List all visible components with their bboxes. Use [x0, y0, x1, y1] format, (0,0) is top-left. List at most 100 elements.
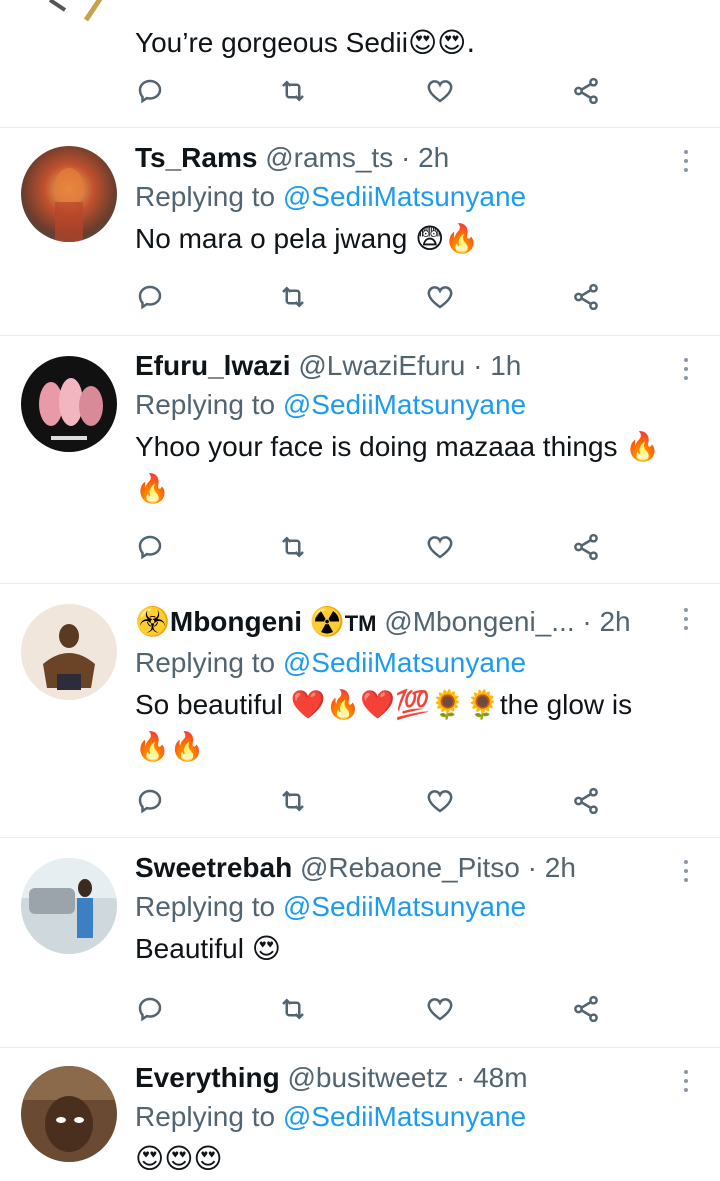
- tweet-header: Efuru_lwazi @LwaziEfuru · 1h: [135, 348, 690, 384]
- tweet-text-content: Yhoo your face is doing mazaaa things: [135, 431, 618, 462]
- tweet[interactable]: Ts_Rams @rams_ts · 2h Replying to @Sedii…: [0, 128, 720, 336]
- more-icon[interactable]: [682, 1070, 690, 1100]
- user-handle[interactable]: @LwaziEfuru: [298, 350, 465, 381]
- like-icon[interactable]: [425, 76, 459, 110]
- mention-link[interactable]: @SediiMatsunyane: [283, 647, 526, 678]
- tweet-text: So beautiful ❤️🔥❤️💯🌻🌻the glow is 🔥🔥: [135, 684, 690, 768]
- avatar[interactable]: [21, 858, 117, 954]
- tweet-text: You’re gorgeous Sedii😍😍.: [135, 22, 690, 64]
- like-icon[interactable]: [425, 282, 459, 316]
- reply-icon[interactable]: [135, 532, 169, 566]
- avatar[interactable]: [21, 1066, 117, 1162]
- name-emoji: ☣️: [135, 605, 170, 638]
- tweet-header: Everything @busitweetz · 48m: [135, 1060, 690, 1096]
- tweet-emoji: 😍😍😍: [135, 1142, 223, 1175]
- replying-to-label: Replying to: [135, 389, 276, 420]
- tweet[interactable]: Everything @busitweetz · 48m Replying to…: [0, 1048, 720, 1181]
- user-handle[interactable]: @Mbongeni_...: [384, 606, 574, 637]
- replying-to-label: Replying to: [135, 1101, 276, 1132]
- retweet-icon[interactable]: [278, 786, 312, 820]
- tweet-text-content: No mara o pela jwang: [135, 223, 408, 254]
- avatar[interactable]: [20, 0, 116, 30]
- tweet-emoji: 😍😍.: [407, 26, 476, 59]
- display-name[interactable]: Everything: [135, 1062, 280, 1093]
- name-suffix: TM: [344, 611, 377, 636]
- retweet-icon[interactable]: [278, 532, 312, 566]
- retweet-icon[interactable]: [278, 76, 312, 110]
- tweet-header: Ts_Rams @rams_ts · 2h: [135, 140, 690, 176]
- like-icon[interactable]: [425, 532, 459, 566]
- tweet-text-content: So beautiful: [135, 689, 283, 720]
- avatar[interactable]: [21, 146, 117, 242]
- mention-link[interactable]: @SediiMatsunyane: [283, 891, 526, 922]
- replying-to: Replying to @SediiMatsunyane: [135, 886, 690, 928]
- display-name[interactable]: Sweetrebah: [135, 852, 292, 883]
- timestamp[interactable]: 2h: [545, 852, 576, 883]
- tweet-text-content: You’re gorgeous Sedii: [135, 27, 408, 58]
- timestamp[interactable]: 48m: [473, 1062, 527, 1093]
- replying-to: Replying to @SediiMatsunyane: [135, 176, 690, 218]
- user-handle[interactable]: @rams_ts: [265, 142, 393, 173]
- tweet-text: Yhoo your face is doing mazaaa things 🔥 …: [135, 426, 690, 510]
- tweet[interactable]: ☣️Mbongeni ☢️TM @Mbongeni_... · 2h Reply…: [0, 584, 720, 838]
- share-icon[interactable]: [571, 786, 605, 820]
- mention-link[interactable]: @SediiMatsunyane: [283, 1101, 526, 1132]
- name-emoji: ☢️: [309, 605, 345, 638]
- retweet-icon[interactable]: [278, 994, 312, 1028]
- separator-dot: ·: [455, 1062, 466, 1093]
- tweet-header: Sweetrebah @Rebaone_Pitso · 2h: [135, 850, 690, 886]
- avatar[interactable]: [21, 604, 117, 700]
- tweet-emoji: 🔥: [135, 472, 170, 505]
- more-icon[interactable]: [682, 358, 690, 388]
- mention-link[interactable]: @SediiMatsunyane: [283, 181, 526, 212]
- tweet-text: 😍😍😍: [135, 1138, 690, 1180]
- retweet-icon[interactable]: [278, 282, 312, 316]
- replying-to: Replying to @SediiMatsunyane: [135, 384, 690, 426]
- tweet-emoji: 😨🔥: [415, 222, 480, 255]
- replying-to: Replying to @SediiMatsunyane: [135, 642, 690, 684]
- user-handle[interactable]: @Rebaone_Pitso: [300, 852, 520, 883]
- tweet-text: No mara o pela jwang 😨🔥: [135, 218, 690, 260]
- mention-link[interactable]: @SediiMatsunyane: [283, 389, 526, 420]
- timestamp[interactable]: 2h: [599, 606, 630, 637]
- separator-dot: ·: [527, 852, 537, 883]
- tweet-header: ☣️Mbongeni ☢️TM @Mbongeni_... · 2h: [135, 604, 690, 642]
- share-icon[interactable]: [571, 994, 605, 1028]
- timestamp[interactable]: 1h: [490, 350, 521, 381]
- tweet-text: Beautiful 😍: [135, 928, 690, 970]
- tweet-text-content: the glow is: [499, 689, 633, 720]
- display-name[interactable]: Mbongeni: [170, 606, 302, 637]
- user-handle[interactable]: @busitweetz: [287, 1062, 448, 1093]
- share-icon[interactable]: [571, 532, 605, 566]
- reply-icon[interactable]: [135, 282, 169, 316]
- like-icon[interactable]: [425, 786, 459, 820]
- reply-icon[interactable]: [135, 994, 169, 1028]
- tweet[interactable]: Efuru_lwazi @LwaziEfuru · 1h Replying to…: [0, 336, 720, 584]
- like-icon[interactable]: [425, 994, 459, 1028]
- tweet-emoji: 🔥🔥: [135, 730, 205, 763]
- timestamp[interactable]: 2h: [418, 142, 449, 173]
- separator-dot: ·: [582, 606, 592, 637]
- display-name[interactable]: Efuru_lwazi: [135, 350, 291, 381]
- tweet[interactable]: Sweetrebah @Rebaone_Pitso · 2h Replying …: [0, 838, 720, 1048]
- replying-to: Replying to @SediiMatsunyane: [135, 1096, 690, 1138]
- more-icon[interactable]: [682, 608, 690, 638]
- replying-to-label: Replying to: [135, 647, 276, 678]
- more-icon[interactable]: [682, 150, 690, 180]
- avatar[interactable]: [21, 356, 117, 452]
- share-icon[interactable]: [571, 282, 605, 316]
- separator-dot: ·: [473, 350, 483, 381]
- tweet-emoji: 🔥: [625, 430, 661, 463]
- reply-icon[interactable]: [135, 786, 169, 820]
- tweet-emoji: 😍: [251, 932, 281, 965]
- replying-to-label: Replying to: [135, 181, 276, 212]
- tweet-emoji: ❤️🔥❤️💯🌻🌻: [290, 688, 500, 721]
- tweet-text-content: Beautiful: [135, 933, 244, 964]
- display-name[interactable]: Ts_Rams: [135, 142, 257, 173]
- tweet-partial[interactable]: You’re gorgeous Sedii😍😍.: [0, 0, 720, 128]
- separator-dot: ·: [401, 142, 411, 173]
- reply-icon[interactable]: [135, 76, 169, 110]
- more-icon[interactable]: [682, 860, 690, 890]
- share-icon[interactable]: [571, 76, 605, 110]
- replying-to-label: Replying to: [135, 891, 276, 922]
